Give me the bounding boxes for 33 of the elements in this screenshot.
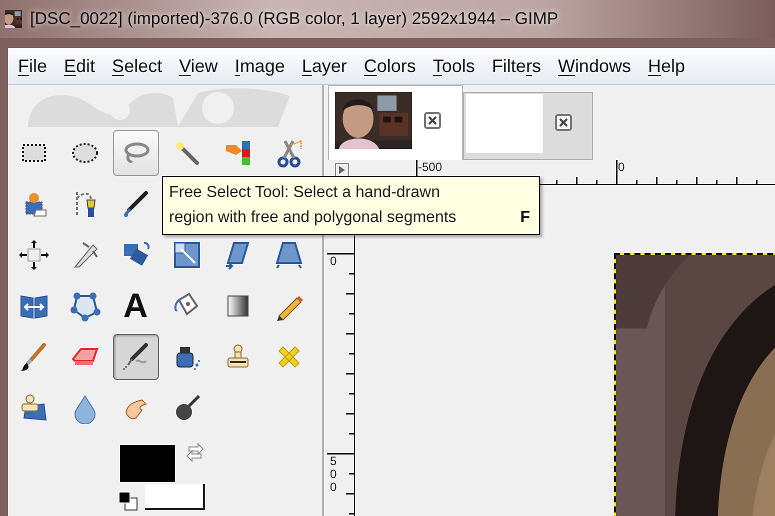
menu-item[interactable]: Select: [112, 55, 162, 77]
swap-colors-icon[interactable]: [185, 443, 205, 462]
move-arrows-icon: [18, 238, 50, 270]
triangle-right-icon: [338, 166, 346, 174]
ruler-label: 500: [330, 455, 338, 495]
menu-item[interactable]: Windows: [558, 55, 631, 77]
window-title: [DSC_0022] (imported)-376.0 (RGB color, 1 layer) 2592x1944 – GIMP: [30, 8, 558, 30]
cage-icon: [68, 290, 100, 322]
menu-item[interactable]: File: [18, 55, 48, 77]
ruler-label: 0: [330, 255, 338, 268]
close-tab-button[interactable]: [555, 114, 572, 131]
menu-item[interactable]: Layer: [302, 55, 347, 77]
background-color-swatch[interactable]: [145, 484, 205, 510]
tool-button[interactable]: [112, 334, 158, 380]
ruler-label: 0: [618, 161, 625, 174]
menu-item[interactable]: Filters: [492, 55, 541, 77]
close-icon: [559, 118, 568, 127]
image-tab[interactable]: [328, 85, 463, 160]
close-tab-button[interactable]: [424, 112, 441, 129]
tooltip-text: Free Select Tool: Select a hand-drawn region with free and polygonal segments: [169, 183, 458, 228]
menu-item[interactable]: Image: [234, 55, 285, 77]
menu-item[interactable]: Tools: [432, 55, 475, 77]
menu-item[interactable]: Help: [648, 55, 685, 77]
tool-button[interactable]: A: [112, 282, 158, 328]
foreground-color-swatch[interactable]: [118, 443, 177, 484]
menu-item[interactable]: Colors: [364, 55, 416, 77]
ruler-label: -500: [418, 161, 442, 174]
menu-item[interactable]: Edit: [64, 55, 96, 77]
navigation-button[interactable]: [335, 163, 349, 177]
shortcut-key: F: [520, 205, 533, 230]
menu-item[interactable]: View: [179, 55, 218, 77]
default-colors-icon[interactable]: [118, 491, 138, 511]
close-icon: [428, 116, 437, 125]
